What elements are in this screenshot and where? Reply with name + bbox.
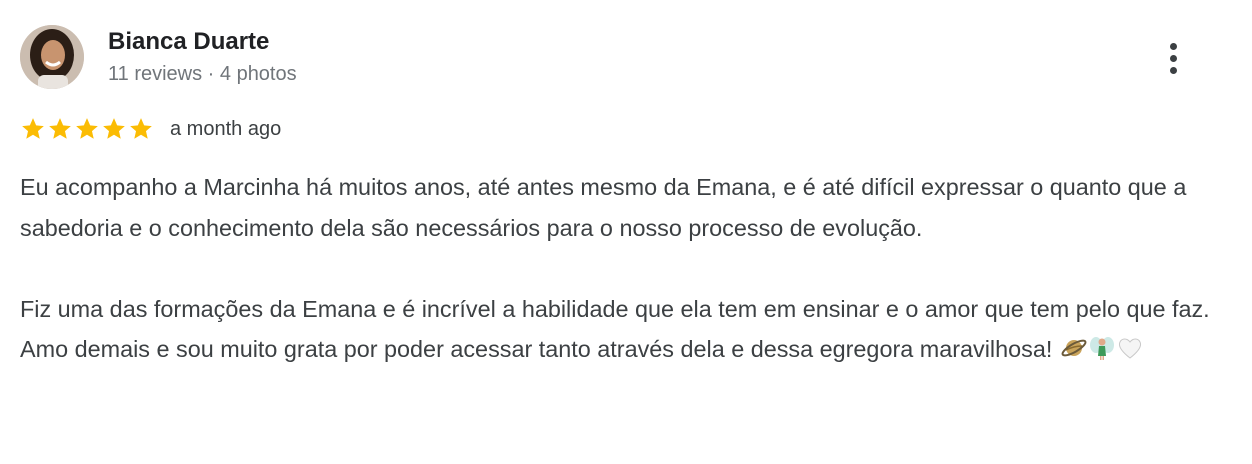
author-meta[interactable]: 11 reviews · 4 photos bbox=[108, 62, 297, 86]
review-paragraph-2: Fiz uma das formações da Emana e é incrí… bbox=[20, 289, 1220, 374]
avatar[interactable] bbox=[20, 25, 84, 89]
star-icon bbox=[128, 116, 154, 142]
rating-row: a month ago bbox=[20, 114, 281, 144]
star-icon bbox=[20, 116, 46, 142]
review-paragraph-2-text: Fiz uma das formações da Emana e é incrí… bbox=[20, 295, 1210, 363]
more-vert-icon bbox=[1169, 42, 1177, 50]
more-options-button[interactable] bbox=[1158, 38, 1188, 78]
ringed-planet-emoji-icon bbox=[1061, 333, 1087, 374]
star-icon bbox=[101, 116, 127, 142]
review-paragraph-1: Eu acompanho a Marcinha há muitos anos, … bbox=[20, 174, 1187, 241]
review-card: Bianca Duarte 11 reviews · 4 photos a mo… bbox=[0, 0, 1252, 464]
white-heart-emoji-icon bbox=[1117, 333, 1143, 374]
avatar-photo-icon bbox=[20, 25, 84, 89]
fairy-emoji-icon bbox=[1089, 333, 1115, 374]
star-icon bbox=[47, 116, 73, 142]
review-date: a month ago bbox=[170, 118, 282, 140]
star-icon bbox=[74, 116, 100, 142]
star-rating bbox=[20, 116, 154, 142]
review-text: Eu acompanho a Marcinha há muitos anos, … bbox=[20, 167, 1220, 374]
author-name[interactable]: Bianca Duarte bbox=[108, 28, 269, 56]
